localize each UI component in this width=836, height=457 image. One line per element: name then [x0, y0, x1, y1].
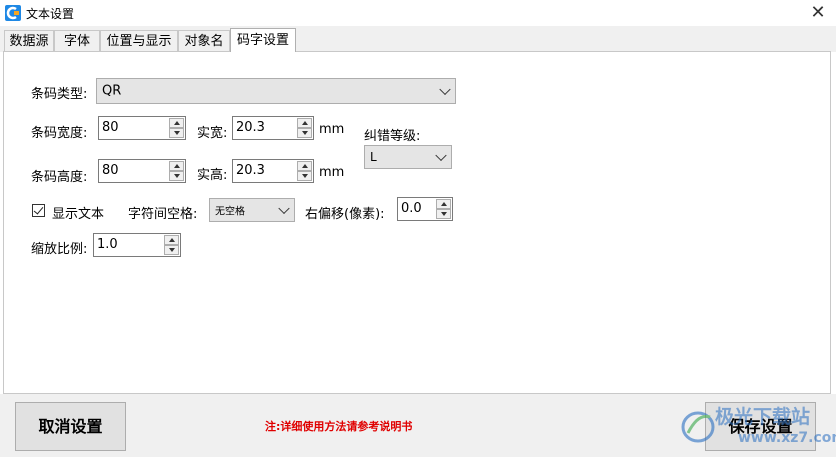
- tab-data-source[interactable]: 数据源: [4, 30, 54, 51]
- barcode-width-value: 80: [102, 120, 119, 135]
- increment-icon[interactable]: [164, 235, 179, 245]
- height-unit: mm: [319, 165, 345, 180]
- increment-icon[interactable]: [297, 161, 312, 171]
- error-level-value: L: [370, 150, 377, 164]
- cancel-button[interactable]: 取消设置: [15, 402, 126, 451]
- increment-icon[interactable]: [169, 118, 184, 128]
- app-icon: [5, 5, 21, 21]
- window-title: 文本设置: [26, 7, 75, 21]
- decrement-icon[interactable]: [436, 209, 451, 219]
- width-unit: mm: [319, 122, 345, 137]
- decrement-icon[interactable]: [297, 128, 312, 138]
- error-level-select[interactable]: L: [364, 145, 452, 169]
- chevron-down-icon: [278, 202, 290, 215]
- title-bar: [0, 0, 836, 26]
- right-offset-value: 0.0: [401, 201, 422, 216]
- usage-note: 注:详细使用方法请参考说明书: [265, 420, 413, 433]
- decrement-icon[interactable]: [164, 245, 179, 255]
- increment-icon[interactable]: [169, 161, 184, 171]
- char-spacing-value: 无空格: [215, 206, 245, 218]
- barcode-height-stepper[interactable]: 80: [98, 159, 186, 183]
- char-spacing-label: 字符间空格:: [128, 207, 198, 222]
- actual-width-stepper[interactable]: 20.3: [232, 116, 314, 140]
- chevron-down-icon: [439, 83, 451, 96]
- actual-width-value: 20.3: [236, 120, 265, 135]
- watermark-logo-icon: [681, 411, 715, 443]
- decrement-icon[interactable]: [169, 171, 184, 181]
- scale-stepper[interactable]: 1.0: [93, 233, 181, 257]
- right-offset-label: 右偏移(像素):: [305, 207, 385, 222]
- scale-value: 1.0: [97, 237, 118, 252]
- actual-width-label: 实宽:: [197, 126, 228, 141]
- barcode-width-stepper[interactable]: 80: [98, 116, 186, 140]
- error-level-label: 纠错等级:: [364, 129, 421, 144]
- watermark-name: 极光下载站: [715, 406, 811, 428]
- tab-strip: 数据源 字体 位置与显示 对象名 码字设置: [0, 26, 836, 52]
- actual-height-stepper[interactable]: 20.3: [232, 159, 314, 183]
- show-text-label: 显示文本: [52, 207, 105, 222]
- show-text-checkbox[interactable]: [32, 204, 45, 217]
- tab-font[interactable]: 字体: [54, 30, 100, 51]
- actual-height-label: 实高:: [197, 168, 228, 183]
- watermark-url: www.xz7.com: [738, 430, 836, 446]
- scale-label: 缩放比例:: [31, 242, 88, 257]
- barcode-type-label: 条码类型:: [31, 87, 88, 102]
- decrement-icon[interactable]: [169, 128, 184, 138]
- chevron-down-icon: [435, 149, 447, 162]
- barcode-type-select[interactable]: QR: [96, 78, 456, 104]
- barcode-width-label: 条码宽度:: [31, 126, 88, 141]
- barcode-height-label: 条码高度:: [31, 170, 88, 185]
- increment-icon[interactable]: [436, 199, 451, 209]
- barcode-height-value: 80: [102, 163, 119, 178]
- actual-height-value: 20.3: [236, 163, 265, 178]
- increment-icon[interactable]: [297, 118, 312, 128]
- tab-position-display[interactable]: 位置与显示: [100, 30, 178, 51]
- right-offset-stepper[interactable]: 0.0: [397, 197, 453, 221]
- tab-object-name[interactable]: 对象名: [178, 30, 230, 51]
- barcode-type-value: QR: [102, 83, 122, 99]
- decrement-icon[interactable]: [297, 171, 312, 181]
- tab-code-settings[interactable]: 码字设置: [230, 28, 296, 52]
- close-icon[interactable]: ✕: [800, 0, 836, 26]
- char-spacing-select[interactable]: 无空格: [209, 198, 295, 222]
